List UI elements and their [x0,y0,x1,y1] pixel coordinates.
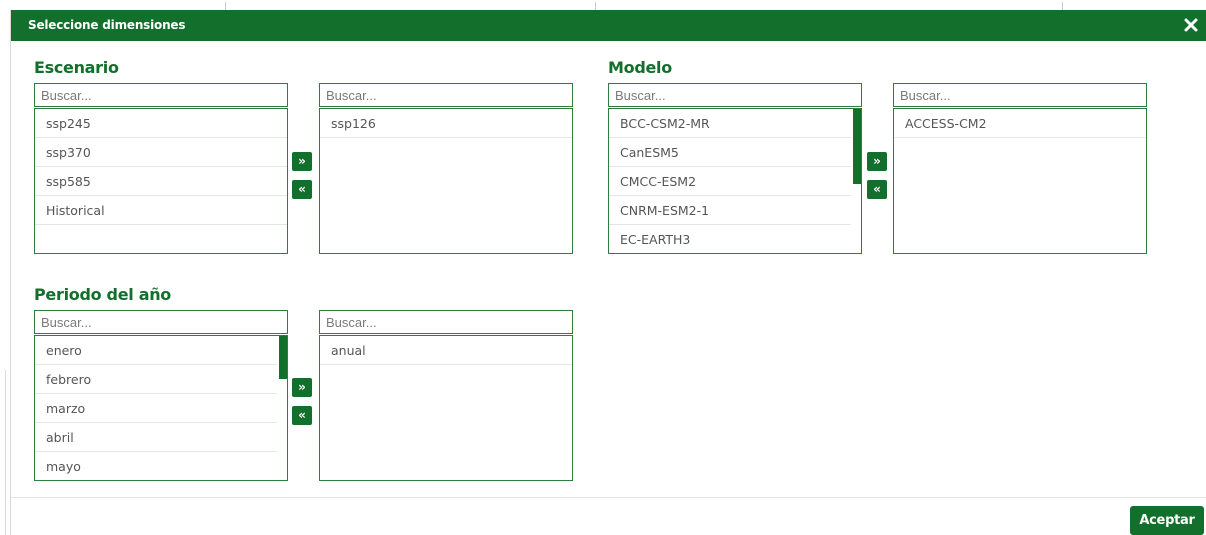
modal-header: Seleccione dimensiones [11,10,1206,41]
escenario-selected-list[interactable]: ssp126 [319,108,573,254]
list-item[interactable]: CMCC-ESM2 [609,167,851,196]
list-item[interactable]: anual [320,336,572,365]
list-empty-row [35,225,287,253]
close-x-icon [1184,18,1198,32]
periodo-list-scrollbar[interactable] [279,336,287,379]
list-item[interactable]: CanESM5 [609,138,851,167]
modelo-available-search-input[interactable] [608,83,862,107]
list-item[interactable]: ssp585 [35,167,287,196]
periodo-remove-button[interactable]: « [292,406,312,425]
escenario-add-button[interactable]: » [292,152,312,171]
modal-title: Seleccione dimensiones [28,18,186,32]
periodo-selected-list[interactable]: anual [319,335,573,481]
escenario-remove-button[interactable]: « [292,180,312,199]
section-title-escenario: Escenario [34,58,119,77]
periodo-add-button[interactable]: » [292,378,312,397]
list-item[interactable]: EC-EARTH3 [609,225,851,253]
dimensions-modal: Seleccione dimensiones Escenario ssp245s… [10,10,1206,535]
list-item[interactable]: abril [35,423,277,452]
list-item[interactable]: enero [35,336,277,365]
close-button[interactable] [1179,13,1203,37]
modelo-selected-search-input[interactable] [893,83,1147,107]
modelo-remove-button[interactable]: « [867,180,887,199]
backdrop-divider [595,2,596,10]
backdrop-divider [1062,2,1063,10]
modelo-available-list[interactable]: BCC-CSM2-MR CanESM5 CMCC-ESM2 CNRM-ESM2-1 EC… [608,108,862,254]
list-item[interactable]: Historical [35,196,287,225]
periodo-available-list[interactable]: enero febrero marzo abril mayo [34,335,288,481]
list-item[interactable]: mayo [35,452,277,480]
section-title-modelo: Modelo [608,58,672,77]
list-item[interactable]: febrero [35,365,277,394]
list-item[interactable]: ssp126 [320,109,572,138]
list-item[interactable]: ACCESS-CM2 [894,109,1146,138]
list-item[interactable]: CNRM-ESM2-1 [609,196,851,225]
modelo-list-scrollbar[interactable] [853,109,861,184]
periodo-available-search-input[interactable] [34,310,288,334]
escenario-available-search-input[interactable] [34,83,288,107]
modelo-add-button[interactable]: » [867,152,887,171]
backdrop-divider [5,370,6,535]
footer-divider [11,497,1206,498]
list-item[interactable]: ssp370 [35,138,287,167]
list-item[interactable]: ssp245 [35,109,287,138]
escenario-available-list[interactable]: ssp245 ssp370 ssp585 Historical [34,108,288,254]
modelo-selected-list[interactable]: ACCESS-CM2 [893,108,1147,254]
list-item[interactable]: marzo [35,394,277,423]
escenario-selected-search-input[interactable] [319,83,573,107]
periodo-selected-search-input[interactable] [319,310,573,334]
section-title-periodo: Periodo del año [34,285,172,304]
accept-button[interactable]: Aceptar [1130,506,1204,535]
backdrop-divider [225,2,226,10]
list-item[interactable]: BCC-CSM2-MR [609,109,851,138]
